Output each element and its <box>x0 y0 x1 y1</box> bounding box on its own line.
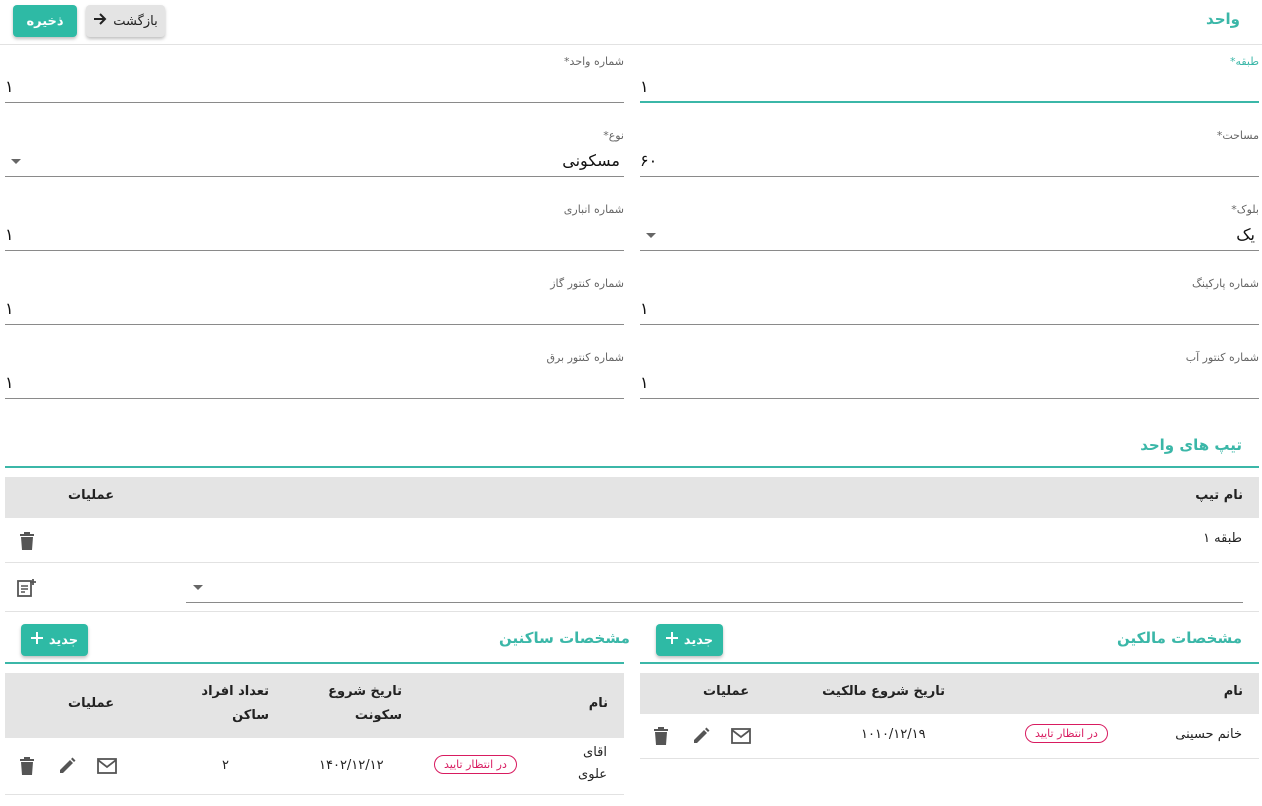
arrow-right-icon <box>93 12 107 30</box>
residents-col-count-line2: ساکن <box>232 708 269 723</box>
gas-meter-label: شماره کنتور گاز <box>550 277 624 290</box>
residents-col-name: نام <box>588 696 608 711</box>
delete-icon[interactable] <box>16 755 38 777</box>
residents-title: مشخصات ساکنین <box>499 629 630 647</box>
floor-label: طبقه* <box>1229 55 1259 68</box>
water-meter-underline <box>640 398 1259 399</box>
plus-icon <box>30 632 43 648</box>
residents-col-start-line2: سکونت <box>354 708 402 723</box>
area-field[interactable]: مساحت* ۶۰ <box>640 129 1259 179</box>
add-owner-label: جدید <box>683 632 714 648</box>
unit-type-name: طبقه ۱ <box>1203 531 1242 546</box>
storage-number-value: ۱ <box>5 225 14 244</box>
save-button[interactable]: ذخیره <box>13 5 77 37</box>
electric-meter-field[interactable]: شماره کنتور برق ۱ <box>5 351 624 401</box>
unit-types-title: تیپ های واحد <box>1140 436 1242 454</box>
residents-divider <box>5 662 624 664</box>
unit-number-label: شماره واحد* <box>564 55 624 68</box>
edit-icon[interactable] <box>56 755 78 777</box>
header-divider <box>0 44 1262 45</box>
gas-meter-value: ۱ <box>5 299 14 318</box>
owners-col-name: نام <box>1223 684 1243 699</box>
dropdown-caret-icon <box>193 585 203 590</box>
area-underline <box>640 176 1259 177</box>
unit-number-value: ۱ <box>5 77 14 96</box>
owner-name: خانم حسینی <box>1175 727 1242 742</box>
parking-number-underline <box>640 324 1259 325</box>
area-value: ۶۰ <box>640 151 658 170</box>
unit-number-field[interactable]: شماره واحد* ۱ <box>5 55 624 105</box>
area-label: مساحت* <box>1216 129 1259 142</box>
owners-col-actions: عملیات <box>703 684 750 699</box>
residents-row-divider <box>5 794 624 795</box>
plus-icon <box>665 632 678 648</box>
playlist-add-icon[interactable] <box>16 577 38 599</box>
resident-name-line1: اقای <box>583 745 607 760</box>
water-meter-label: شماره کنتور آب <box>1185 351 1259 364</box>
add-resident-button[interactable]: جدید <box>21 624 88 656</box>
unit-types-bottom-divider <box>5 611 1259 612</box>
type-select[interactable]: نوع* مسکونی <box>5 129 624 179</box>
owners-header: نام تاریخ شروع مالکیت عملیات <box>640 673 1259 714</box>
residents-col-count-line1: تعداد افراد <box>201 684 269 699</box>
gas-meter-underline <box>5 324 624 325</box>
unit-type-select[interactable] <box>186 574 1243 604</box>
block-label: بلوک* <box>1231 203 1259 216</box>
dropdown-caret-icon <box>646 233 656 238</box>
storage-number-underline <box>5 250 624 251</box>
unit-type-select-underline <box>186 602 1243 603</box>
storage-number-field[interactable]: شماره انباری ۱ <box>5 203 624 253</box>
type-underline <box>5 176 624 177</box>
mail-icon[interactable] <box>730 725 752 747</box>
unit-types-header: نام تیپ عملیات <box>5 477 1259 518</box>
storage-number-label: شماره انباری <box>563 203 624 216</box>
resident-start-date: ۱۴۰۲/۱۲/۱۲ <box>319 758 384 773</box>
owner-status-badge: در انتظار تایید <box>1025 724 1108 743</box>
owners-title: مشخصات مالکین <box>1117 629 1242 647</box>
owner-start-date: ۱۰۱۰/۱۲/۱۹ <box>861 727 926 742</box>
unit-types-col-actions: عملیات <box>68 488 115 503</box>
delete-icon[interactable] <box>650 725 672 747</box>
block-value: یک <box>1236 225 1255 244</box>
back-button[interactable]: بازگشت <box>86 5 165 37</box>
resident-count: ۲ <box>222 758 229 773</box>
parking-number-field[interactable]: شماره پارکینگ ۱ <box>640 277 1259 327</box>
add-owner-button[interactable]: جدید <box>656 624 723 656</box>
dropdown-caret-icon <box>11 159 21 164</box>
block-underline <box>640 250 1259 251</box>
add-resident-label: جدید <box>48 632 79 648</box>
electric-meter-label: شماره کنتور برق <box>546 351 624 364</box>
parking-number-value: ۱ <box>640 299 649 318</box>
unit-types-col-name: نام تیپ <box>1195 488 1243 503</box>
water-meter-value: ۱ <box>640 373 649 392</box>
owners-row-divider <box>640 758 1259 759</box>
owners-col-start: تاریخ شروع مالکیت <box>822 684 945 699</box>
page-title: واحد <box>1206 10 1240 28</box>
back-label: بازگشت <box>113 13 158 29</box>
edit-icon[interactable] <box>690 725 712 747</box>
residents-header: نام تاریخ شروع سکونت تعداد افراد ساکن عم… <box>5 673 624 738</box>
parking-number-label: شماره پارکینگ <box>1192 277 1259 290</box>
floor-field[interactable]: طبقه* ۱ <box>640 55 1259 105</box>
residents-col-actions: عملیات <box>68 696 115 711</box>
unit-number-underline <box>5 102 624 103</box>
delete-icon[interactable] <box>16 530 38 552</box>
water-meter-field[interactable]: شماره کنتور آب ۱ <box>640 351 1259 401</box>
resident-status-badge: در انتظار تایید <box>434 755 517 774</box>
type-label: نوع* <box>603 129 624 142</box>
block-select[interactable]: بلوک* یک <box>640 203 1259 253</box>
electric-meter-underline <box>5 398 624 399</box>
unit-types-row-divider <box>5 562 1259 563</box>
unit-types-divider <box>5 466 1259 468</box>
residents-col-start-line1: تاریخ شروع <box>328 684 402 699</box>
floor-value: ۱ <box>640 77 649 96</box>
gas-meter-field[interactable]: شماره کنتور گاز ۱ <box>5 277 624 327</box>
resident-name-line2: علوی <box>578 767 607 782</box>
type-value: مسکونی <box>562 151 620 170</box>
electric-meter-value: ۱ <box>5 373 14 392</box>
mail-icon[interactable] <box>96 755 118 777</box>
save-label: ذخیره <box>26 13 64 29</box>
owners-divider <box>640 662 1259 664</box>
floor-underline <box>640 101 1259 103</box>
